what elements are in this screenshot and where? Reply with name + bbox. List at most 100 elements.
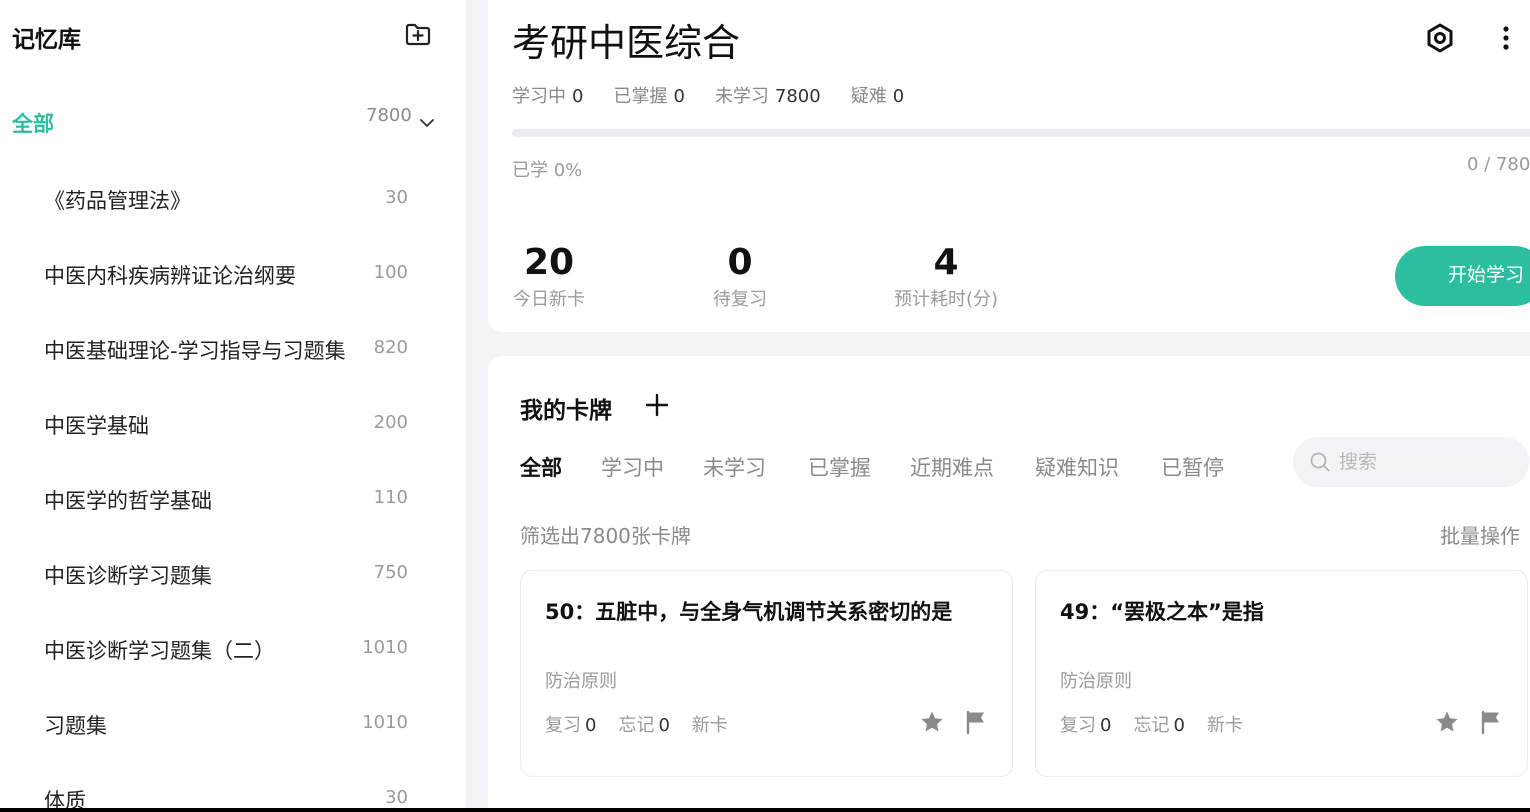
sidebar-item-label: 《药品管理法》 xyxy=(44,189,191,213)
my-cards-title: 我的卡牌 xyxy=(520,398,612,424)
sidebar-item-all[interactable]: 全部 xyxy=(12,108,54,138)
sidebar-item-count: 110 xyxy=(373,487,408,508)
sidebar-item[interactable]: 中医学基础 200 xyxy=(0,385,466,460)
sidebar-item[interactable]: 中医基础理论-学习指导与习题集 820 xyxy=(0,310,466,385)
tab-learning[interactable]: 学习中 xyxy=(601,452,664,482)
sidebar: 记忆库 全部 7800 《药品管理法》 30 中医内科疾病辨证论治纲要 100 中医… xyxy=(0,0,466,812)
flag-icon[interactable] xyxy=(964,709,988,735)
sidebar-item[interactable]: 体质 30 xyxy=(0,760,466,812)
sidebar-item-label: 习题集 xyxy=(44,714,107,738)
tab-unlearned[interactable]: 未学习 xyxy=(703,452,766,482)
window-bottom-edge xyxy=(0,808,1530,812)
card-state: 新卡 xyxy=(1206,715,1243,736)
card-state: 新卡 xyxy=(691,715,728,736)
card-item[interactable]: 49：“罢极之本”是指 防治原则 复习 0 忘记 0 新卡 xyxy=(1035,570,1528,777)
metric-to-review-value: 0 xyxy=(727,242,753,283)
card-forget: 忘记 0 xyxy=(1133,711,1184,737)
flag-icon[interactable] xyxy=(1479,709,1503,735)
card-meta: 复习 0 忘记 0 新卡 xyxy=(545,711,728,737)
card-review-value: 0 xyxy=(585,715,597,736)
tab-recent-difficult[interactable]: 近期难点 xyxy=(910,452,994,482)
metric-est-time: 4 预计耗时(分) xyxy=(866,242,1026,311)
stat-mastered-label: 已掌握 xyxy=(613,86,668,107)
sidebar-item-label: 中医基础理论-学习指导与习题集 xyxy=(44,339,346,363)
stat-unlearned-value: 7800 xyxy=(774,86,821,107)
search-icon xyxy=(1310,452,1330,472)
star-icon[interactable] xyxy=(919,709,945,735)
card-forget: 忘记 0 xyxy=(618,711,669,737)
stat-learning-value: 0 xyxy=(572,86,584,107)
sidebar-item-count: 200 xyxy=(373,412,408,433)
stat-difficult-label: 疑难 xyxy=(850,86,887,107)
sidebar-item-label: 中医学的哲学基础 xyxy=(44,489,212,513)
folder-plus-icon[interactable] xyxy=(404,20,432,48)
tab-mastered[interactable]: 已掌握 xyxy=(808,452,871,482)
sidebar-item-label: 中医诊断学习题集（二） xyxy=(44,639,275,663)
sidebar-item[interactable]: 《药品管理法》 30 xyxy=(0,160,466,235)
sidebar-item-count: 1010 xyxy=(362,712,408,733)
stat-unlearned: 未学习 7800 xyxy=(715,82,821,108)
sidebar-item[interactable]: 中医内科疾病辨证论治纲要 100 xyxy=(0,235,466,310)
tab-all[interactable]: 全部 xyxy=(520,452,562,482)
metric-new-cards-caption: 今日新卡 xyxy=(513,289,585,310)
deck-overview-panel: 考研中医综合 学习中 0 已掌握 0 未学习 7800 疑难 0 已学 0% 0 / 7… xyxy=(488,0,1530,332)
stat-difficult: 疑难 0 xyxy=(851,82,904,108)
sidebar-item[interactable]: 中医诊断学习题集 750 xyxy=(0,535,466,610)
target-icon[interactable] xyxy=(1424,22,1456,54)
sidebar-item-label: 中医诊断学习题集 xyxy=(44,564,212,588)
stat-mastered: 已掌握 0 xyxy=(613,82,684,108)
stat-difficult-value: 0 xyxy=(892,86,905,107)
deck-stats: 学习中 0 已掌握 0 未学习 7800 疑难 0 xyxy=(512,82,904,108)
metric-est-time-caption: 预计耗时(分) xyxy=(893,289,999,310)
sidebar-item-label: 中医学基础 xyxy=(44,414,149,438)
sidebar-item-count: 30 xyxy=(385,787,408,808)
filter-result-text: 筛选出7800张卡牌 xyxy=(520,524,691,548)
metric-new-cards-value: 20 xyxy=(523,242,575,283)
card-forget-value: 0 xyxy=(1173,715,1185,736)
batch-operation-button[interactable]: 批量操作 xyxy=(1440,520,1520,549)
plus-icon[interactable] xyxy=(644,392,670,418)
card-review-label: 复习 xyxy=(545,715,581,736)
sidebar-item-count: 100 xyxy=(373,262,408,283)
deck-title: 考研中医综合 xyxy=(512,21,741,65)
card-meta: 复习 0 忘记 0 新卡 xyxy=(1060,711,1243,737)
card-review-value: 0 xyxy=(1100,715,1112,736)
card-review-label: 复习 xyxy=(1060,715,1096,736)
sidebar-item-count: 1010 xyxy=(362,637,408,658)
card-forget-label: 忘记 xyxy=(618,715,655,736)
sidebar-all-count: 7800 xyxy=(366,105,412,126)
card-forget-value: 0 xyxy=(658,715,670,736)
search-input[interactable] xyxy=(1339,445,1519,479)
sidebar-item-label: 中医内科疾病辨证论治纲要 xyxy=(44,264,296,288)
sidebar-item[interactable]: 中医诊断学习题集（二） 1010 xyxy=(0,610,466,685)
tab-difficult-knowledge[interactable]: 疑难知识 xyxy=(1035,452,1119,482)
card-tag: 防治原则 xyxy=(545,671,617,692)
progress-label: 已学 0% xyxy=(512,160,583,181)
start-learning-button[interactable]: 开始学习 xyxy=(1395,246,1530,306)
stat-learning-label: 学习中 xyxy=(512,86,566,107)
sidebar-title: 记忆库 xyxy=(12,27,81,53)
metric-to-review: 0 待复习 xyxy=(660,242,820,311)
chevron-down-icon[interactable] xyxy=(416,112,438,134)
card-item[interactable]: 50：五脏中，与全身气机调节关系密切的是 防治原则 复习 0 忘记 0 新卡 xyxy=(520,570,1013,777)
search-box[interactable] xyxy=(1293,437,1529,487)
sidebar-item[interactable]: 中医学的哲学基础 110 xyxy=(0,460,466,535)
sidebar-item-count: 820 xyxy=(373,337,408,358)
tab-paused[interactable]: 已暂停 xyxy=(1161,452,1224,482)
progress-count: 0 / 7800 xyxy=(1467,154,1530,175)
star-icon[interactable] xyxy=(1434,709,1460,735)
sidebar-item[interactable]: 习题集 1010 xyxy=(0,685,466,760)
card-tag: 防治原则 xyxy=(1060,671,1132,692)
stat-unlearned-label: 未学习 xyxy=(714,86,769,107)
more-vertical-icon[interactable] xyxy=(1494,22,1518,54)
my-cards-panel: 我的卡牌 全部 学习中 未学习 已掌握 近期难点 疑难知识 已暂停 筛选出780… xyxy=(488,356,1530,812)
card-question: 49：“罢极之本”是指 xyxy=(1060,600,1264,624)
card-review: 复习 0 xyxy=(1060,711,1111,737)
metric-new-cards: 20 今日新卡 xyxy=(469,242,629,311)
card-question: 50：五脏中，与全身气机调节关系密切的是 xyxy=(545,600,953,624)
sidebar-item-count: 30 xyxy=(385,187,408,208)
learning-progress-bar xyxy=(512,129,1530,137)
metric-est-time-value: 4 xyxy=(933,242,959,283)
sidebar-divider xyxy=(466,0,488,812)
sidebar-item-count: 750 xyxy=(373,562,408,583)
